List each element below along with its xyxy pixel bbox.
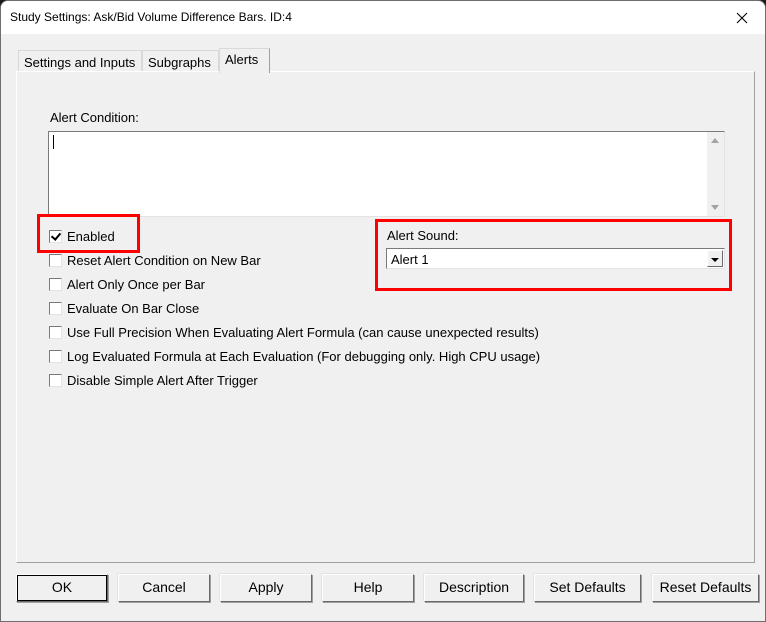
dropdown-button[interactable] xyxy=(707,250,723,267)
cancel-button[interactable]: Cancel xyxy=(118,574,210,602)
title-bar: Study Settings: Ask/Bid Volume Differenc… xyxy=(1,1,765,34)
tab-subgraphs[interactable]: Subgraphs xyxy=(142,50,219,73)
checkbox-label: Alert Only Once per Bar xyxy=(67,276,205,292)
checkbox-label: Reset Alert Condition on New Bar xyxy=(67,252,261,268)
set-defaults-button[interactable]: Set Defaults xyxy=(534,574,641,602)
ok-button[interactable]: OK xyxy=(16,574,108,602)
study-settings-dialog: Study Settings: Ask/Bid Volume Differenc… xyxy=(0,0,766,622)
checkbox-enabled[interactable]: Enabled xyxy=(49,227,115,245)
checkbox-box[interactable] xyxy=(49,301,62,315)
checkbox-checked-icon[interactable] xyxy=(49,229,62,243)
checkbox-label: Evaluate On Bar Close xyxy=(67,300,200,316)
tab-alerts[interactable]: Alerts xyxy=(219,48,270,73)
alert-condition-label: Alert Condition: xyxy=(50,110,139,125)
alert-condition-input[interactable] xyxy=(48,131,725,217)
checkbox-label: Log Evaluated Formula at Each Evaluation… xyxy=(67,348,541,364)
tab-label: Settings and Inputs xyxy=(24,55,136,70)
description-button[interactable]: Description xyxy=(424,574,524,602)
checkbox-box[interactable] xyxy=(49,373,62,387)
checkbox-evaluate-on-bar-close[interactable]: Evaluate On Bar Close xyxy=(49,299,199,317)
scroll-down-icon[interactable] xyxy=(711,205,719,210)
alert-sound-value: Alert 1 xyxy=(391,252,429,267)
scroll-up-icon[interactable] xyxy=(711,138,719,143)
chevron-down-icon xyxy=(711,257,719,262)
tab-settings-and-inputs[interactable]: Settings and Inputs xyxy=(18,50,142,73)
checkbox-box[interactable] xyxy=(49,277,62,291)
alert-sound-select[interactable]: Alert 1 xyxy=(386,248,725,269)
checkbox-label: Use Full Precision When Evaluating Alert… xyxy=(67,324,539,340)
apply-button[interactable]: Apply xyxy=(220,574,312,602)
checkbox-disable-simple-alert[interactable]: Disable Simple Alert After Trigger xyxy=(49,371,258,389)
tab-label: Subgraphs xyxy=(148,55,211,70)
checkbox-label: Enabled xyxy=(67,228,115,244)
close-icon xyxy=(736,12,748,23)
window-title: Study Settings: Ask/Bid Volume Differenc… xyxy=(10,10,292,24)
checkbox-box[interactable] xyxy=(49,349,62,363)
checkbox-box[interactable] xyxy=(49,325,62,339)
alert-sound-label: Alert Sound: xyxy=(387,228,459,243)
checkbox-box[interactable] xyxy=(49,253,62,267)
checkbox-alert-only-once[interactable]: Alert Only Once per Bar xyxy=(49,275,205,293)
checkbox-reset-alert-condition[interactable]: Reset Alert Condition on New Bar xyxy=(49,251,261,269)
alert-condition-scrollbar[interactable] xyxy=(707,132,724,216)
checkbox-use-full-precision[interactable]: Use Full Precision When Evaluating Alert… xyxy=(49,323,539,341)
tab-label: Alerts xyxy=(225,52,259,67)
text-caret xyxy=(53,135,54,149)
checkbox-log-evaluated-formula[interactable]: Log Evaluated Formula at Each Evaluation… xyxy=(49,347,540,365)
checkbox-label: Disable Simple Alert After Trigger xyxy=(67,372,258,388)
close-button[interactable] xyxy=(719,1,765,34)
reset-defaults-button[interactable]: Reset Defaults xyxy=(652,574,759,602)
help-button[interactable]: Help xyxy=(322,574,414,602)
